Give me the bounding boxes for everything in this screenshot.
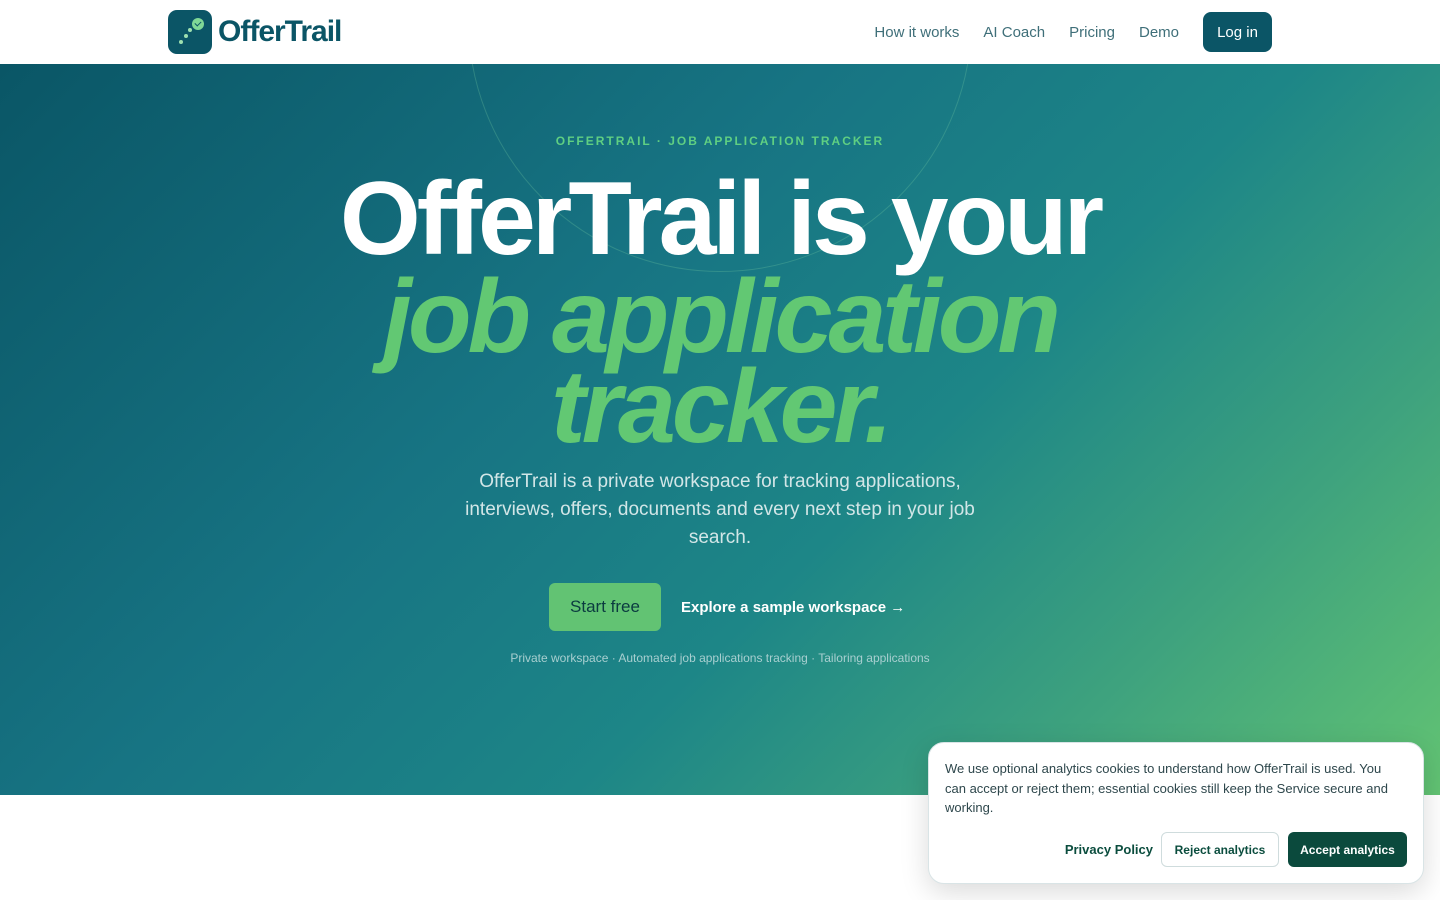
headline-line-1: OfferTrail is your xyxy=(339,161,1104,277)
cookie-banner: We use optional analytics cookies to und… xyxy=(928,742,1424,884)
hero-headline: OfferTrail is your job application track… xyxy=(0,161,1440,465)
hero-eyebrow: OFFERTRAIL · JOB APPLICATION TRACKER xyxy=(555,134,885,148)
start-free-button[interactable]: Start free xyxy=(549,583,661,631)
nav-link-how-it-works[interactable]: How it works xyxy=(874,24,959,41)
headline-line-3: tracker. xyxy=(550,349,893,465)
nav-link-demo[interactable]: Demo xyxy=(1139,24,1179,41)
trail-check-icon xyxy=(168,10,212,54)
privacy-policy-link[interactable]: Privacy Policy xyxy=(1065,842,1153,857)
brand-name: OfferTrail xyxy=(218,15,342,48)
main-nav: How it works AI Coach Pricing Demo Log i… xyxy=(874,12,1272,52)
hero-features: Private workspace · Automated job applic… xyxy=(510,651,930,665)
hero-cta-row: Start free Explore a sample workspace → xyxy=(549,583,905,631)
cookie-actions: Privacy Policy Reject analytics Accept a… xyxy=(1065,832,1407,867)
accept-analytics-button[interactable]: Accept analytics xyxy=(1288,832,1407,867)
nav-link-ai-coach[interactable]: AI Coach xyxy=(983,24,1045,41)
cookie-message: We use optional analytics cookies to und… xyxy=(945,761,1388,815)
login-button[interactable]: Log in xyxy=(1203,12,1272,52)
brand-logo[interactable]: OfferTrail xyxy=(168,10,342,54)
nav-link-pricing[interactable]: Pricing xyxy=(1069,24,1115,41)
reject-analytics-button[interactable]: Reject analytics xyxy=(1161,832,1279,867)
hero-section: OFFERTRAIL · JOB APPLICATION TRACKER Off… xyxy=(0,64,1440,795)
site-header: OfferTrail How it works AI Coach Pricing… xyxy=(0,0,1440,64)
explore-sample-workspace-link[interactable]: Explore a sample workspace → xyxy=(681,599,905,616)
hero-subtitle: OfferTrail is a private workspace for tr… xyxy=(465,471,975,548)
